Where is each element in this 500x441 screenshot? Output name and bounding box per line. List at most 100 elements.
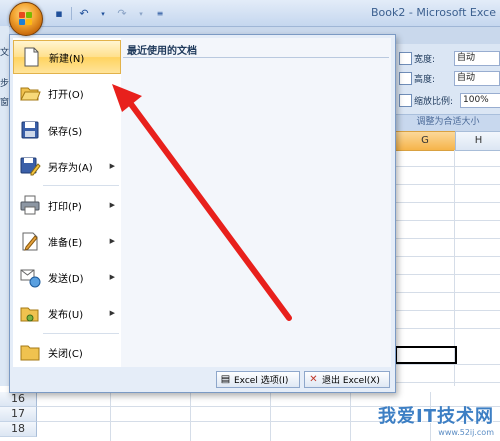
close-icon: ✕ [309, 374, 318, 385]
width-row: 宽度: 自动 [399, 50, 500, 66]
excel-options-button[interactable]: ▤ Excel 选项(I) [216, 371, 300, 388]
height-row: 高度: 自动 [399, 70, 500, 86]
ribbon-scale-group: 宽度: 自动 高度: 自动 缩放比例: 100% 调整为合适大小 [394, 44, 500, 130]
menu-item-label: 新建(N) [49, 53, 85, 65]
office-logo-icon [19, 12, 33, 26]
menu-item-close[interactable]: 关闭(C) [13, 335, 121, 369]
close-folder-icon [19, 341, 41, 363]
save-icon[interactable]: ▪ [52, 7, 66, 21]
grid-line [394, 364, 500, 365]
window-title: Book2 - Microsoft Exce [371, 6, 496, 19]
office-menu-footer: ▤ Excel 选项(I) ✕ 退出 Excel(X) [13, 370, 392, 390]
menu-item-save-as[interactable]: 另存为(A) ▶ [13, 149, 121, 183]
grid-line [394, 202, 500, 203]
menu-item-label: 另存为(A) [48, 162, 93, 174]
menu-separator [43, 333, 119, 334]
title-bar: ▪ ↶ ▾ ↷ ▾ ≡ Book2 - Microsoft Exce [0, 0, 500, 27]
width-label: 宽度: [414, 54, 436, 65]
width-icon [399, 51, 412, 65]
row-header-18[interactable]: 18 [0, 422, 37, 437]
redo-dropdown-icon[interactable]: ▾ [134, 7, 148, 21]
menu-item-new[interactable]: 新建(N) [13, 40, 121, 74]
quick-access-toolbar: ▪ ↶ ▾ ↷ ▾ ≡ [52, 6, 167, 21]
office-menu-commands: 新建(N) 打开(O) 保存(S) 另存为(A) ▶ 打印(P) ▶ 准备(E)… [13, 38, 122, 367]
undo-icon[interactable]: ↶ [77, 7, 91, 21]
prepare-icon [19, 230, 41, 252]
left-strip-text: 步 [0, 79, 10, 89]
options-icon: ▤ [220, 374, 231, 385]
grid-line [270, 392, 271, 441]
recent-documents-panel: 最近使用的文档 [121, 38, 391, 367]
grid-line [394, 166, 500, 167]
grid-line [190, 392, 191, 441]
menu-item-label: 打开(O) [48, 89, 84, 101]
new-document-icon [20, 46, 42, 68]
menu-item-send[interactable]: 发送(D) ▶ [13, 260, 121, 294]
selected-cell[interactable] [395, 346, 457, 364]
watermark: 我爱IT技术网 www.52ij.com [378, 402, 494, 437]
height-icon [399, 71, 412, 85]
submenu-arrow-icon: ▶ [109, 309, 115, 317]
menu-separator [43, 185, 119, 186]
send-icon [19, 266, 41, 288]
customize-icon[interactable]: ≡ [153, 7, 167, 21]
grid-line [350, 392, 351, 441]
scale-label: 缩放比例: [414, 96, 454, 107]
menu-item-label: 保存(S) [48, 126, 83, 138]
scale-row: 缩放比例: 100% [399, 92, 500, 108]
grid-line [394, 382, 500, 383]
column-header-g[interactable]: G [394, 131, 456, 151]
left-strip-text: 窗 [0, 98, 10, 108]
scale-icon [399, 93, 412, 107]
submenu-arrow-icon: ▶ [109, 201, 115, 209]
exit-excel-button[interactable]: ✕ 退出 Excel(X) [304, 371, 390, 388]
menu-item-save[interactable]: 保存(S) [13, 113, 121, 147]
recent-documents-title: 最近使用的文档 [127, 46, 197, 57]
qat-separator [71, 7, 72, 20]
row-header-16[interactable]: 16 [0, 392, 37, 407]
excel-options-label: Excel 选项(I) [234, 376, 289, 386]
menu-item-label: 打印(P) [48, 201, 82, 213]
menu-item-prepare[interactable]: 准备(E) ▶ [13, 224, 121, 258]
grid-line [394, 310, 500, 311]
left-strip-text: 文 [0, 48, 10, 58]
menu-item-publish[interactable]: 发布(U) ▶ [13, 296, 121, 330]
ribbon-group-label[interactable]: 调整为合适大小 [395, 114, 500, 130]
menu-item-open[interactable]: 打开(O) [13, 76, 121, 110]
save-as-icon [19, 155, 41, 177]
grid-line [394, 184, 500, 185]
grid-line [394, 238, 500, 239]
watermark-main: 我爱IT技术网 [378, 406, 494, 427]
grid-line [394, 292, 500, 293]
exit-excel-label: 退出 Excel(X) [322, 376, 380, 386]
height-label: 高度: [414, 74, 436, 85]
height-select[interactable]: 自动 [454, 70, 500, 86]
undo-dropdown-icon[interactable]: ▾ [96, 7, 110, 21]
menu-item-label: 准备(E) [48, 237, 83, 249]
grid-line [394, 328, 500, 329]
submenu-arrow-icon: ▶ [109, 162, 115, 170]
menu-item-label: 关闭(C) [48, 348, 83, 360]
menu-item-label: 发布(U) [48, 309, 84, 321]
save-disk-icon [19, 119, 41, 141]
menu-item-label: 发送(D) [48, 273, 84, 285]
width-select[interactable]: 自动 [454, 50, 500, 66]
publish-icon [19, 302, 41, 324]
submenu-arrow-icon: ▶ [109, 237, 115, 245]
grid-line [394, 274, 500, 275]
office-menu: 新建(N) 打开(O) 保存(S) 另存为(A) ▶ 打印(P) ▶ 准备(E)… [9, 34, 396, 393]
row-header-17[interactable]: 17 [0, 407, 37, 422]
office-button[interactable] [9, 2, 43, 36]
recent-divider [123, 57, 389, 58]
column-header-h[interactable]: H [455, 131, 500, 151]
scale-input[interactable]: 100% [460, 92, 500, 108]
watermark-sub: www.52ij.com [438, 428, 494, 437]
open-folder-icon [19, 82, 41, 104]
grid-line [394, 220, 500, 221]
grid-line [394, 256, 500, 257]
menu-item-print[interactable]: 打印(P) ▶ [13, 188, 121, 222]
submenu-arrow-icon: ▶ [109, 273, 115, 281]
printer-icon [19, 194, 41, 216]
grid-line [110, 392, 111, 441]
redo-icon[interactable]: ↷ [115, 7, 129, 21]
